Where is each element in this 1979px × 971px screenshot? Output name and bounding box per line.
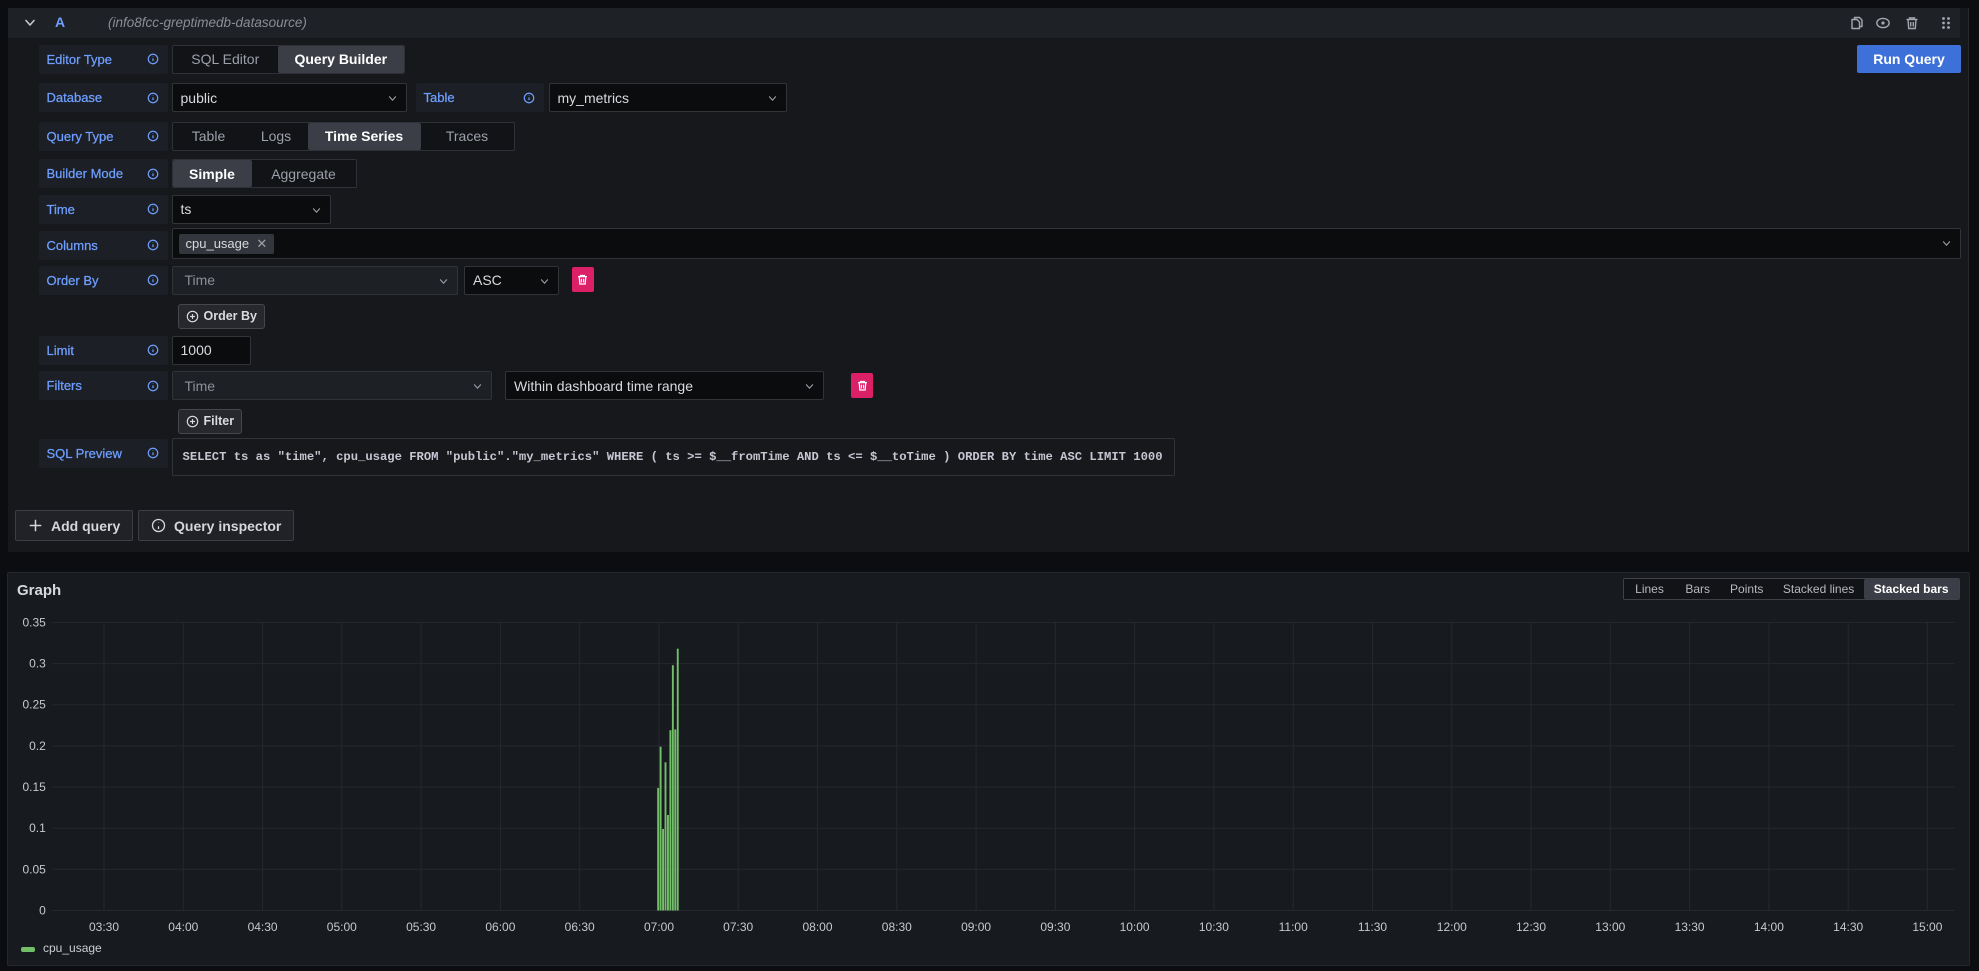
- svg-text:0.2: 0.2: [29, 738, 46, 752]
- svg-text:12:30: 12:30: [1516, 920, 1546, 934]
- svg-text:13:00: 13:00: [1595, 920, 1625, 934]
- svg-text:0.05: 0.05: [22, 862, 46, 876]
- svg-text:05:30: 05:30: [406, 920, 436, 934]
- svg-text:04:00: 04:00: [168, 920, 198, 934]
- svg-text:05:00: 05:00: [327, 920, 357, 934]
- svg-text:0.35: 0.35: [22, 615, 46, 629]
- svg-text:0.3: 0.3: [29, 656, 46, 670]
- svg-text:11:00: 11:00: [1279, 920, 1308, 934]
- svg-text:08:00: 08:00: [802, 920, 832, 934]
- svg-text:09:30: 09:30: [1040, 920, 1070, 934]
- svg-text:07:00: 07:00: [644, 920, 674, 934]
- svg-text:10:30: 10:30: [1199, 920, 1229, 934]
- svg-text:06:00: 06:00: [485, 920, 515, 934]
- svg-text:10:00: 10:00: [1120, 920, 1150, 934]
- svg-text:0.25: 0.25: [22, 697, 46, 711]
- svg-text:0.15: 0.15: [22, 780, 46, 794]
- svg-text:06:30: 06:30: [565, 920, 595, 934]
- svg-text:14:30: 14:30: [1833, 920, 1863, 934]
- svg-text:0: 0: [39, 903, 46, 917]
- svg-text:0.1: 0.1: [29, 821, 46, 835]
- svg-text:09:00: 09:00: [961, 920, 991, 934]
- svg-text:07:30: 07:30: [723, 920, 753, 934]
- svg-text:14:00: 14:00: [1754, 920, 1784, 934]
- svg-text:08:30: 08:30: [882, 920, 912, 934]
- svg-text:11:30: 11:30: [1358, 920, 1387, 934]
- svg-text:13:30: 13:30: [1675, 920, 1705, 934]
- svg-text:15:00: 15:00: [1912, 920, 1942, 934]
- svg-text:03:30: 03:30: [89, 920, 119, 934]
- svg-text:12:00: 12:00: [1437, 920, 1467, 934]
- svg-text:04:30: 04:30: [248, 920, 278, 934]
